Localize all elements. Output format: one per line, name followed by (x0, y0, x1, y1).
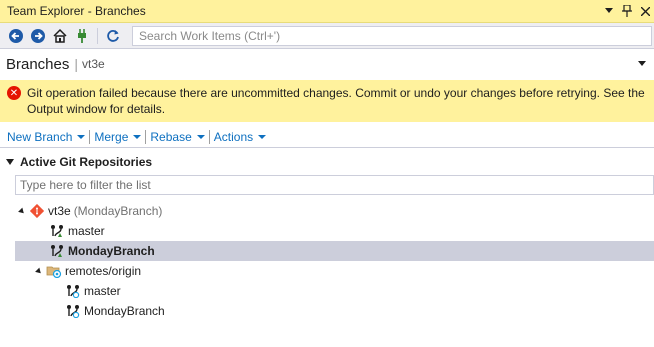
tree-repo-row[interactable]: vt3e (MondayBranch) (0, 201, 654, 221)
tree-remote-row[interactable]: remotes/origin (0, 261, 654, 281)
page-header: Branches | vt3e (0, 49, 654, 79)
remote-folder-icon (46, 263, 62, 279)
git-repo-icon (29, 203, 45, 219)
back-arrow-icon[interactable] (5, 25, 27, 47)
title-bar: Team Explorer - Branches (0, 0, 654, 23)
dropdown-icon[interactable] (600, 2, 618, 20)
search-input[interactable] (139, 28, 651, 43)
rebase-label: Rebase (150, 129, 192, 144)
window-title: Team Explorer - Branches (7, 4, 146, 18)
error-icon: ✕ (7, 86, 21, 100)
tree-remote-branch-row[interactable]: MondayBranch (0, 301, 654, 321)
remote-branch-icon (65, 303, 81, 319)
tree-remote-branch-row[interactable]: master (0, 281, 654, 301)
pin-icon[interactable] (618, 2, 636, 20)
remote-branch-icon (65, 283, 81, 299)
branch-icon (49, 243, 65, 259)
section-title: Active Git Repositories (20, 155, 153, 169)
branch-label: master (68, 224, 105, 238)
tree-branch-row[interactable]: master (0, 221, 654, 241)
new-branch-button[interactable]: New Branch (7, 129, 86, 144)
refresh-icon[interactable] (102, 25, 124, 47)
action-separator (208, 129, 210, 144)
remote-label: remotes/origin (65, 264, 142, 278)
action-separator (145, 129, 147, 144)
chevron-down-icon (196, 135, 205, 139)
actions-button[interactable]: Actions (213, 129, 267, 144)
repo-current-branch: (MondayBranch) (73, 204, 163, 218)
tree-branch-row-selected[interactable]: MondayBranch (15, 241, 654, 261)
chevron-down-icon (77, 135, 86, 139)
new-branch-label: New Branch (7, 129, 73, 144)
expand-icon[interactable] (35, 267, 43, 275)
actions-label: Actions (213, 129, 254, 144)
filter-input[interactable] (20, 178, 653, 192)
toolbar (0, 23, 654, 49)
rebase-button[interactable]: Rebase (150, 129, 205, 144)
page-title: Branches (6, 55, 70, 73)
home-icon[interactable] (49, 25, 71, 47)
error-banner: ✕ Git operation failed because there are… (0, 80, 654, 122)
toolbar-separator (97, 27, 98, 44)
close-icon[interactable] (636, 2, 654, 20)
chevron-down-icon (258, 135, 267, 139)
repo-name[interactable]: vt3e (82, 57, 105, 71)
branch-icon (49, 223, 65, 239)
error-message: Git operation failed because there are u… (27, 86, 645, 116)
branch-label: MondayBranch (68, 244, 155, 258)
actions-bar: New Branch Merge Rebase Actions (0, 126, 654, 148)
repo-label: vt3e (48, 204, 71, 218)
chevron-down-icon[interactable] (636, 57, 648, 69)
expand-icon[interactable] (18, 207, 26, 215)
remote-branch-label: MondayBranch (84, 304, 165, 318)
merge-label: Merge (94, 129, 129, 144)
collapse-icon[interactable] (6, 159, 14, 165)
action-separator (89, 129, 91, 144)
filter-box[interactable] (15, 175, 654, 195)
merge-button[interactable]: Merge (94, 129, 142, 144)
search-box[interactable] (132, 25, 652, 46)
forward-arrow-icon[interactable] (27, 25, 49, 47)
section-header[interactable]: Active Git Repositories (0, 153, 654, 171)
title-divider: | (74, 56, 79, 72)
chevron-down-icon (133, 135, 142, 139)
plug-icon[interactable] (71, 25, 93, 47)
remote-branch-label: master (84, 284, 121, 298)
